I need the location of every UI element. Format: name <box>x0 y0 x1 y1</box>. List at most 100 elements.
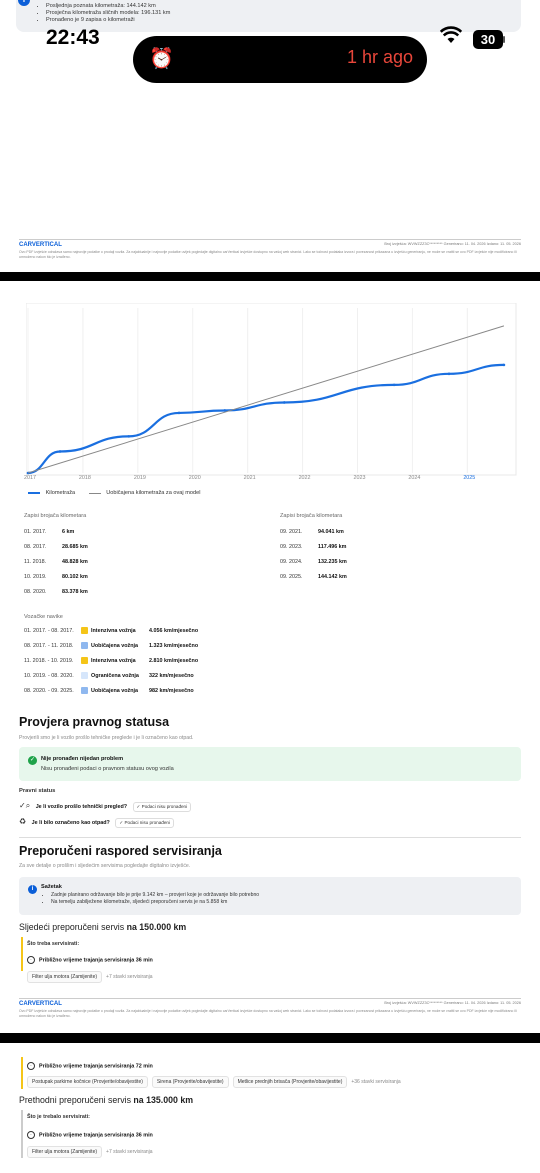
odometer-km: 83.378 km <box>62 589 88 595</box>
next-service-km: na 150.000 km <box>126 922 187 932</box>
odometer-row: 09. 2024. 132.235 km <box>280 559 347 565</box>
odometer-row: 08. 2020. 83.378 km <box>24 589 88 595</box>
habit-value: 1.323 km/mjesečno <box>149 642 199 649</box>
info-icon: i <box>28 885 37 894</box>
report-page-2: Kilometraža Uobičajena kilometraža za ov… <box>0 281 540 1033</box>
odometer-km: 6 km <box>62 529 75 535</box>
prev-service-heading: Prethodni preporučeni servis na 135.000 … <box>19 1095 193 1105</box>
habit-value: 322 km/mjesečno <box>149 672 194 679</box>
service-chip: Filter ulja motora (Zamijenite) <box>27 971 103 983</box>
legend-label: Uobičajena kilometraža za ovaj model <box>106 490 201 496</box>
habit-row: 01. 2017. - 08. 2017. Intenzivna vožnja 4.… <box>24 627 198 634</box>
legend-label: Kilometraža <box>45 490 76 496</box>
x-tick-label: 2023 <box>353 475 366 481</box>
clock-icon: · <box>27 956 35 964</box>
report-meta: Broj izvješća: WVWZZZ3C********* Generir… <box>384 242 521 246</box>
habit-row: 08. 2017. - 11. 2018. Uobičajena vožnja 1.… <box>24 642 198 649</box>
habit-period: 01. 2017. - 08. 2017. <box>24 627 74 634</box>
info-item: Posljednja poznata kilometraža: 144.142 … <box>46 3 170 10</box>
odometer-date: 01. 2017. <box>24 529 47 535</box>
odometer-km: 48.828 km <box>62 559 88 565</box>
report-meta: Broj izvješća: WVWZZZ3C********* Generir… <box>384 1001 521 1005</box>
service-summary-card: i Sažetak Zadnje planirano održavanje bi… <box>19 877 521 915</box>
dynamic-island[interactable]: ⏰ 1 hr ago <box>133 36 427 83</box>
section-subtitle-service: Za sve detalje o prošlim i sljedećim ser… <box>19 863 191 869</box>
more-items-link[interactable]: +36 stavki servisiranja <box>351 1079 400 1085</box>
summary-item: Zadnje planirano održavanje bilo je prij… <box>51 892 259 899</box>
service-chip: Sirena (Provjerite/obavijestite) <box>151 1076 229 1088</box>
x-tick-label: 2019 <box>133 475 146 481</box>
odometer-row: 11. 2018. 48.828 km <box>24 559 88 565</box>
summary-item: Na temelju zabilježene kilometraže, slje… <box>51 899 259 906</box>
odometer-km: 144.142 km <box>318 574 347 580</box>
battery-icon: 30 <box>473 30 503 49</box>
section-title-legal: Provjera pravnog statusa <box>19 715 170 729</box>
recycle-icon: ♻ <box>19 817 27 826</box>
disclaimer: Ovo PDF izvješće odražava samo najnovije… <box>19 250 517 259</box>
clock-icon: · <box>27 1131 35 1139</box>
no-data-pill: ✓ Podaci nisu pronađeni <box>132 801 192 812</box>
no-data-pill: ✓ Podaci nisu pronađeni <box>115 817 174 828</box>
x-tick-label: 2021 <box>243 475 256 481</box>
more-items-link[interactable]: +7 stavki servisiranja <box>106 974 153 980</box>
odometer-km: 117.496 km <box>318 544 347 550</box>
odometer-row: 09. 2023. 117.496 km <box>280 544 346 550</box>
legend-swatch-mileage <box>28 492 40 494</box>
chart-frame <box>26 303 517 476</box>
next-service-prefix: Sljedeći preporučeni servis <box>19 922 127 932</box>
next-service-heading: Sljedeći preporučeni servis na 150.000 k… <box>19 922 186 932</box>
service-chip: Metlice prednjih brisača (Provjerite/oba… <box>232 1076 348 1088</box>
x-tick-label: 2017 <box>24 475 36 481</box>
mileage-point <box>392 383 396 387</box>
habit-label: Intenzivna vožnja <box>91 657 136 664</box>
habit-value: 2.810 km/mjesečno <box>149 657 199 664</box>
mileage-line <box>27 363 504 475</box>
status-time: 22:43 <box>46 26 100 49</box>
habit-label: Ograničena vožnja <box>91 672 139 679</box>
inspection-question: Je li vozilo prošlo tehnički pregled? <box>35 804 128 810</box>
duration-row: · Približno vrijeme trajanja servisiranja… <box>27 956 153 964</box>
odometer-km: 94.041 km <box>318 529 344 535</box>
mileage-point <box>502 363 506 367</box>
service-accent-bar <box>21 937 23 971</box>
odometer-date: 11. 2018. <box>24 559 47 565</box>
x-tick-label: 2018 <box>78 475 91 481</box>
habit-label: Uobičajena vožnja <box>91 642 139 649</box>
odometer-date: 09. 2025. <box>280 574 303 580</box>
service-items-row: Filter ulja motora (Zamijenite) +7 stavki… <box>27 1146 153 1158</box>
habit-period: 10. 2019. - 08. 2020. <box>24 672 74 679</box>
inspection-icon: ✓⌕ <box>19 801 31 810</box>
alarm-clock-icon: ⏰ <box>149 48 174 70</box>
odometer-date: 09. 2023. <box>280 544 303 550</box>
mileage-point <box>127 435 130 438</box>
prev-todo-title: Što je trebalo servisirati: <box>27 1114 90 1120</box>
chart-legend: Kilometraža Uobičajena kilometraža za ov… <box>28 490 200 496</box>
info-icon: i <box>18 0 30 6</box>
legend-swatch-typical <box>88 492 101 494</box>
x-tick-label: 2024 <box>408 475 421 481</box>
habit-color-swatch <box>81 642 88 649</box>
carvertical-logo: CARVERTICAL <box>19 1001 62 1007</box>
report-page-3: · Približno vrijeme trajanja servisiranja… <box>0 1043 540 1173</box>
service-accent-bar <box>21 1057 23 1089</box>
odometer-km: 28.685 km <box>62 544 88 550</box>
section-title-service: Preporučeni raspored servisiranja <box>19 844 222 858</box>
odometer-row: 10. 2019. 80.102 km <box>24 574 88 580</box>
duration-text: Približno vrijeme trajanja servisiranja … <box>39 1063 153 1070</box>
odometer-date: 09. 2021. <box>280 529 303 535</box>
section-subtitle-legal: Provjerili smo je li vozilo prošlo tehni… <box>19 735 194 741</box>
carvertical-logo: CARVERTICAL <box>19 242 62 248</box>
duration-text: Približno vrijeme trajanja servisiranja … <box>39 1132 153 1139</box>
report-footer: CARVERTICAL Broj izvješća: WVWZZZ3C*****… <box>19 998 521 1020</box>
habit-row: 10. 2019. - 08. 2020. Ograničena vožnja 32… <box>24 672 194 679</box>
mileage-point <box>282 401 286 404</box>
divider <box>19 837 521 838</box>
typical-mileage-line <box>27 325 505 474</box>
duration-row: · Približno vrijeme trajanja servisiranja… <box>27 1062 153 1070</box>
scrapped-row: ♻ Je li bilo označeno kao otpad? ✓ Podac… <box>19 817 174 828</box>
odometer-date: 10. 2019. <box>24 574 47 580</box>
prev-service-km: na 135.000 km <box>133 1095 194 1105</box>
habit-value: 4.056 km/mjesečno <box>149 627 199 634</box>
service-chip: Postupak parkirne kočnice (Provjerite/ob… <box>27 1076 148 1088</box>
more-items-link[interactable]: +7 stavki servisiranja <box>106 1149 153 1155</box>
